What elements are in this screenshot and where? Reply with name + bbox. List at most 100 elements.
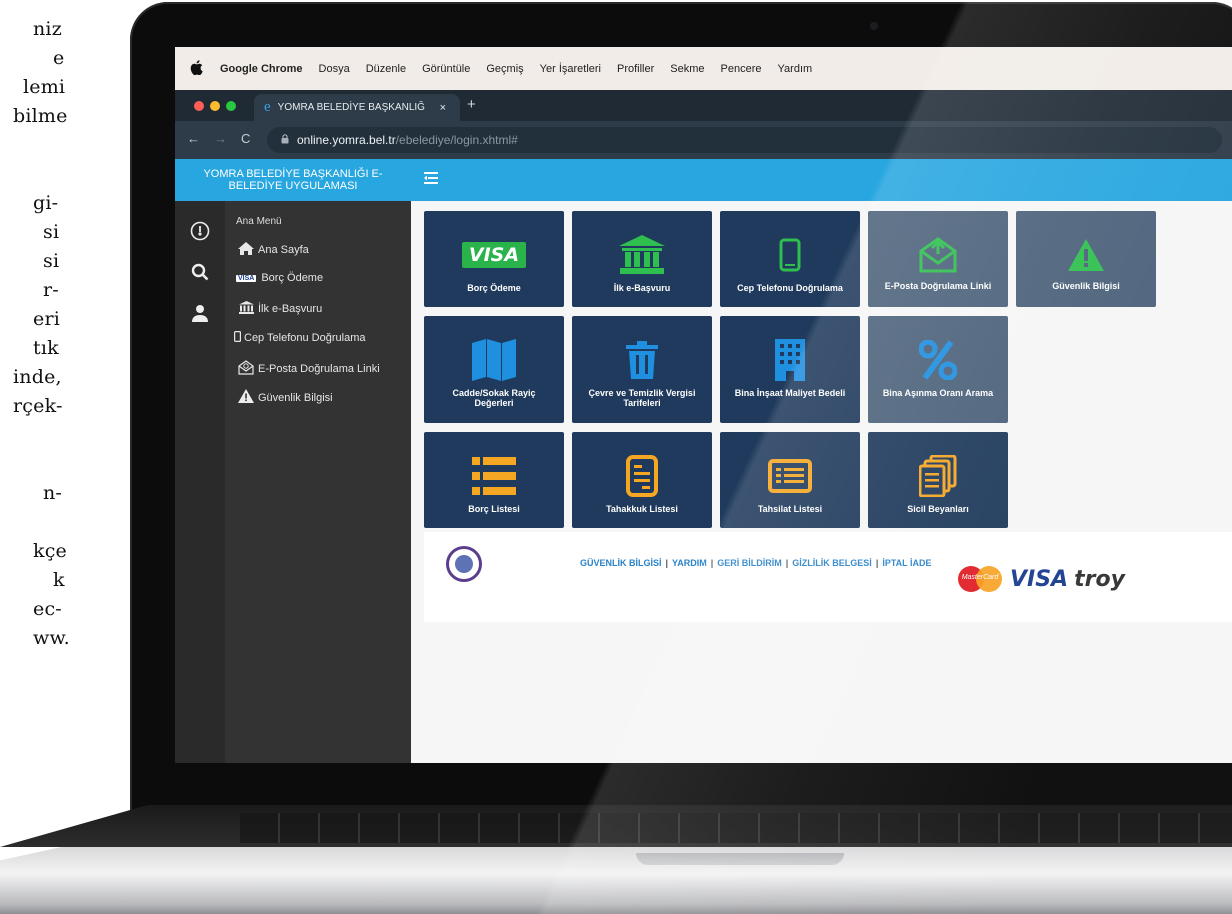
article-line: e bbox=[53, 47, 65, 69]
tile-borc-listesi[interactable]: Borç Listesi bbox=[424, 432, 564, 528]
tile-cevre-temizlik[interactable]: Çevre ve Temizlik Vergisi Tarifeleri bbox=[572, 316, 712, 423]
tile-sicil-beyanlari[interactable]: Sicil Beyanları bbox=[868, 432, 1008, 528]
mastercard-logo: MasterCard bbox=[958, 566, 1002, 592]
menu-toggle-icon[interactable] bbox=[424, 171, 438, 189]
menu-dosya[interactable]: Dosya bbox=[319, 63, 350, 75]
sidebar-item-ana-sayfa[interactable]: Ana Sayfa bbox=[236, 242, 309, 258]
bank-icon bbox=[619, 233, 665, 277]
tile-e-posta[interactable]: E-Posta Doğrulama Linki bbox=[868, 211, 1008, 307]
dashboard-icon[interactable] bbox=[189, 221, 211, 243]
footer-link-iptal-iade[interactable]: İPTAL İADE bbox=[882, 558, 931, 568]
tile-tahsilat-listesi[interactable]: Tahsilat Listesi bbox=[720, 432, 860, 528]
menu-profiller[interactable]: Profiller bbox=[617, 63, 654, 75]
menu-goruntule[interactable]: Görüntüle bbox=[422, 63, 470, 75]
mac-menubar: Google Chrome Dosya Düzenle Görüntüle Ge… bbox=[175, 47, 1232, 90]
sidebar-menu: Ana Menü Ana Sayfa VISA Borç Ödeme İlk e… bbox=[225, 201, 411, 763]
article-line: lemi bbox=[23, 76, 66, 98]
camera-icon bbox=[870, 22, 878, 30]
minimize-window-icon[interactable] bbox=[210, 101, 220, 111]
footer-link-yardim[interactable]: YARDIM bbox=[672, 558, 707, 568]
files-icon bbox=[919, 454, 957, 498]
map-icon bbox=[472, 338, 516, 382]
footer-separator: | bbox=[785, 558, 789, 568]
visa-icon: VISA bbox=[236, 274, 257, 282]
menu-google-chrome[interactable]: Google Chrome bbox=[220, 63, 303, 75]
back-icon[interactable]: ← bbox=[187, 131, 200, 146]
footer-links: GÜVENLİK BİLGİSİ | YARDIM | GERİ BİLDİRİM | Gİ… bbox=[580, 558, 932, 568]
article-line: n- bbox=[43, 482, 63, 504]
tile-label: İlk e-Başvuru bbox=[613, 283, 671, 293]
menu-duzenle[interactable]: Düzenle bbox=[366, 63, 406, 75]
main-content: VISA Borç Ödeme İlk e-Başvuru Cep Telefo… bbox=[411, 201, 1232, 763]
tile-bina-insaat[interactable]: Bina İnşaat Maliyet Bedeli bbox=[720, 316, 860, 423]
sidebar-item-label: Güvenlik Bilgisi bbox=[258, 391, 333, 404]
article-line: ec- bbox=[33, 598, 62, 620]
sidebar-item-label: İlk e-Başvuru bbox=[258, 303, 323, 315]
footer-separator: | bbox=[665, 558, 669, 568]
browser-toolbar: ← → C online.yomra.bel.tr /ebelediye/log… bbox=[175, 121, 1232, 159]
close-window-icon[interactable] bbox=[194, 101, 204, 111]
zoom-window-icon[interactable] bbox=[226, 101, 236, 111]
app-header: YOMRA BELEDİYE BAŞKANLIĞI E- BELEDİYE UY… bbox=[175, 159, 1232, 201]
tile-label: Borç Ödeme bbox=[467, 283, 521, 293]
lock-icon bbox=[281, 134, 289, 146]
sidebar-title: Ana Menü bbox=[236, 216, 282, 227]
browser-tab-strip: e YOMRA BELEDİYE BAŞKANLIĞ × + bbox=[175, 90, 1232, 121]
tile-cep-telefonu[interactable]: Cep Telefonu Doğrulama bbox=[720, 211, 860, 307]
municipality-seal-logo bbox=[446, 546, 482, 582]
tile-borc-odeme[interactable]: VISA Borç Ödeme bbox=[424, 211, 564, 307]
article-line: tık bbox=[33, 337, 59, 359]
menu-yardim[interactable]: Yardım bbox=[778, 63, 813, 75]
sidebar-item-cep-telefonu[interactable]: Cep Telefonu Doğrulama bbox=[232, 331, 365, 345]
tile-label: Sicil Beyanları bbox=[907, 504, 969, 514]
url-path: /ebelediye/login.xhtml# bbox=[395, 133, 518, 147]
footer-link-gizlilik[interactable]: GİZLİLİK BELGESİ bbox=[792, 558, 872, 568]
article-line: si bbox=[43, 221, 60, 243]
tile-label: Bina Aşınma Oranı Arama bbox=[882, 388, 994, 398]
tile-label: Borç Listesi bbox=[468, 504, 520, 514]
tile-cadde-sokak[interactable]: Cadde/Sokak Rayiç Değerleri bbox=[424, 316, 564, 423]
menu-yer-isaretleri[interactable]: Yer İşaretleri bbox=[540, 63, 601, 75]
troy-logo: troy bbox=[1074, 566, 1125, 592]
article-line: inde, bbox=[13, 366, 62, 388]
home-icon bbox=[236, 242, 256, 258]
forward-icon[interactable]: → bbox=[214, 131, 227, 146]
laptop-notch bbox=[636, 853, 844, 865]
browser-tab[interactable]: e YOMRA BELEDİYE BAŞKANLIĞ × bbox=[254, 94, 460, 121]
tile-ilk-e-basvuru[interactable]: İlk e-Başvuru bbox=[572, 211, 712, 307]
menu-gecmis[interactable]: Geçmiş bbox=[486, 63, 523, 75]
footer-link-geri-bildirim[interactable]: GERİ BİLDİRİM bbox=[717, 558, 782, 568]
sidebar-item-label: E-Posta Doğrulama Linki bbox=[258, 363, 380, 375]
menu-pencere[interactable]: Pencere bbox=[721, 63, 762, 75]
footer-link-guvenlik[interactable]: GÜVENLİK BİLGİSİ bbox=[580, 558, 662, 568]
sidebar-item-ilk-e-basvuru[interactable]: İlk e-Başvuru bbox=[236, 301, 322, 317]
tile-guvenlik[interactable]: Güvenlik Bilgisi bbox=[1016, 211, 1156, 307]
sidebar-item-e-posta[interactable]: E-Posta Doğrulama Linki bbox=[236, 360, 380, 378]
percent-icon bbox=[919, 338, 957, 382]
site-footer: GÜVENLİK BİLGİSİ | YARDIM | GERİ BİLDİRİM | Gİ… bbox=[424, 532, 1232, 622]
tile-tahakkuk-listesi[interactable]: Tahakkuk Listesi bbox=[572, 432, 712, 528]
bank-icon bbox=[236, 301, 256, 317]
apple-icon[interactable] bbox=[190, 59, 206, 78]
address-bar[interactable]: online.yomra.bel.tr /ebelediye/login.xht… bbox=[267, 127, 1222, 153]
menu-sekme[interactable]: Sekme bbox=[670, 63, 704, 75]
app-title-line1: YOMRA BELEDİYE BAŞKANLIĞI E- bbox=[203, 168, 383, 180]
search-icon[interactable] bbox=[189, 263, 211, 285]
document-icon bbox=[626, 454, 658, 498]
app-title-line2: BELEDİYE UYGULAMASI bbox=[228, 180, 358, 192]
trash-icon bbox=[626, 338, 658, 382]
sidebar-item-label: Cep Telefonu Doğrulama bbox=[244, 332, 366, 344]
tile-label: Bina İnşaat Maliyet Bedeli bbox=[734, 388, 846, 398]
app-title[interactable]: YOMRA BELEDİYE BAŞKANLIĞI E- BELEDİYE UY… bbox=[175, 159, 411, 201]
laptop-screen: Google Chrome Dosya Düzenle Görüntüle Ge… bbox=[175, 47, 1232, 763]
footer-separator: | bbox=[710, 558, 714, 568]
tab-close-icon[interactable]: × bbox=[440, 102, 446, 114]
sidebar-item-label: Borç Ödeme bbox=[261, 272, 324, 284]
user-icon[interactable] bbox=[189, 304, 211, 326]
new-tab-button[interactable]: + bbox=[467, 96, 476, 113]
tile-bina-asinma[interactable]: Bina Aşınma Oranı Arama bbox=[868, 316, 1008, 423]
reload-icon[interactable]: C bbox=[241, 131, 250, 146]
mail-icon bbox=[236, 360, 256, 378]
sidebar-item-guvenlik[interactable]: Güvenlik Bilgisi bbox=[236, 389, 333, 406]
sidebar-item-borc-odeme[interactable]: VISA Borç Ödeme bbox=[236, 272, 323, 284]
